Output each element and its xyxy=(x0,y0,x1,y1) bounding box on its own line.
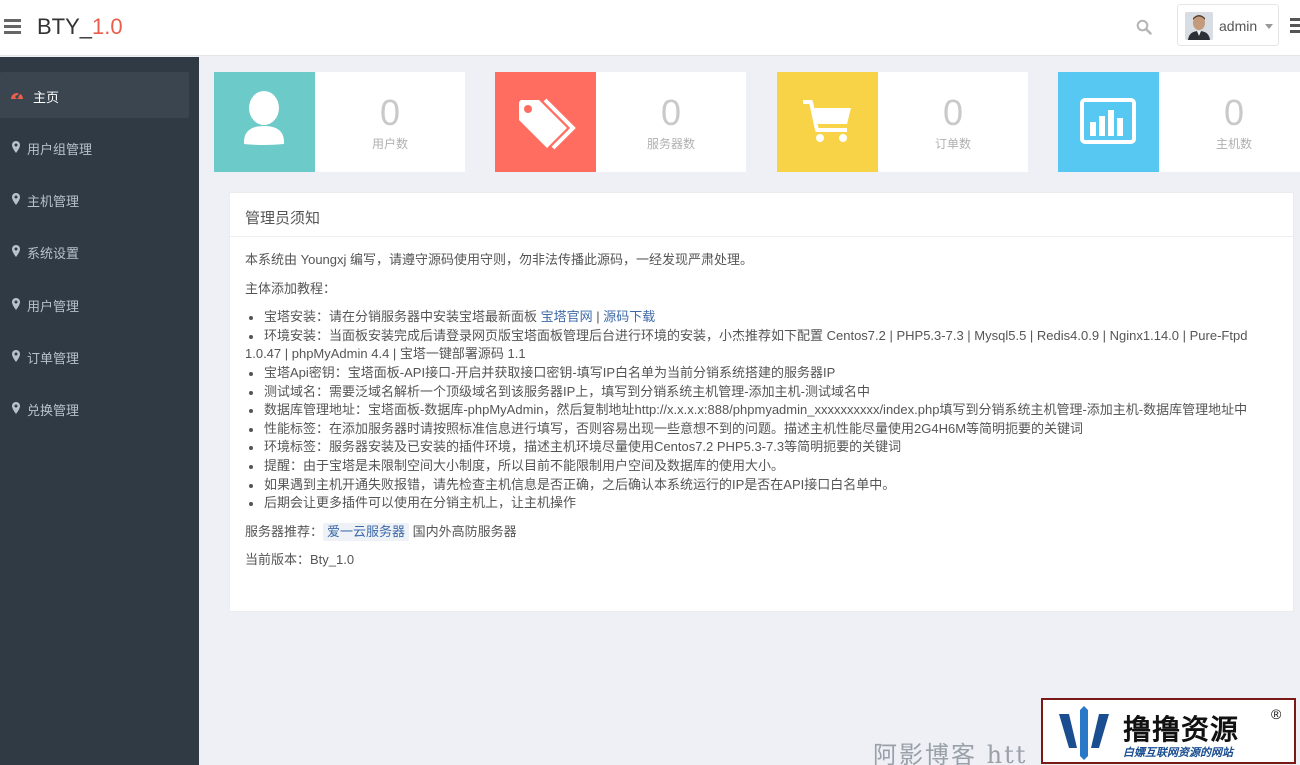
stat-value: 0 xyxy=(1223,92,1245,133)
sidebar-item-hosts[interactable]: 主机管理 xyxy=(0,176,189,222)
avatar xyxy=(1185,12,1213,40)
map-marker-icon xyxy=(12,350,20,362)
stat-icon-block xyxy=(1058,72,1159,172)
dashboard-icon xyxy=(11,92,23,99)
logo-mark-icon xyxy=(1059,706,1109,760)
search-icon[interactable] xyxy=(1136,19,1152,35)
brand-logo[interactable]: BTY_1.0 xyxy=(37,14,123,40)
panel-title: 管理员须知 xyxy=(245,210,321,227)
stat-value: 0 xyxy=(942,92,964,133)
sidebar-item-label: 系统设置 xyxy=(27,246,80,261)
list-item: 提醒：由于宝塔是未限制空间大小制度，所以目前不能限制用户空间及数据库的使用大小。 xyxy=(245,457,1280,476)
notice-intro: 本系统由 Youngxj 编写，请遵守源码使用守则，勿非法传播此源码，一经发现严… xyxy=(245,252,754,267)
top-header: BTY_1.0 admin xyxy=(0,0,1300,56)
stat-card-users[interactable]: 0 用户数 xyxy=(214,72,465,172)
sidebar-item-label: 订单管理 xyxy=(27,351,80,366)
list-item: 环境安装：当面板安装完成后请登录网页版宝塔面板管理后台进行环境的安装，小杰推荐如… xyxy=(245,327,1280,364)
list-item: 宝塔Api密钥：宝塔面板-API接口-开启并获取接口密钥-填写IP白名单为当前分… xyxy=(245,364,1280,383)
list-item: 如果遇到主机开通失败报错，请先检查主机信息是否正确，之后确认本系统运行的IP是否… xyxy=(245,476,1280,495)
source-download-link[interactable]: 源码下载 xyxy=(603,309,655,324)
list-item-text: 宝塔安装：请在分销服务器中安装宝塔最新面板 xyxy=(264,309,541,325)
sidebar: 主页 用户组管理 主机管理 系统设置 用户管理 订单管理 兑换管理 xyxy=(0,57,199,765)
current-version: 当前版本：Bty_1.0 xyxy=(245,552,355,568)
tags-icon xyxy=(519,98,576,150)
sidebar-item-user-groups[interactable]: 用户组管理 xyxy=(0,124,189,170)
list-item: 测试域名：需要泛域名解析一个顶级域名到该服务器IP上，填写到分销系统主机管理-添… xyxy=(245,383,1280,402)
server-recommend: 服务器推荐： 爱一云服务器 国内外高防服务器 xyxy=(245,522,1280,542)
sidebar-item-home[interactable]: 主页 xyxy=(0,72,189,118)
notice-subtitle: 主体添加教程： xyxy=(245,280,337,296)
stat-card-orders[interactable]: 0 订单数 xyxy=(777,72,1028,172)
divider xyxy=(230,236,1293,237)
logo-subtitle: 白嫖互联网资源的网站 xyxy=(1123,747,1233,759)
user-dropdown[interactable]: admin xyxy=(1177,4,1279,46)
list-item: 数据库管理地址：宝塔面板-数据库-phpMyAdmin，然后复制地址http:/… xyxy=(245,401,1280,420)
server-recommend-label: 服务器推荐： xyxy=(245,523,324,539)
server-recommend-desc: 国内外高防服务器 xyxy=(409,523,517,539)
panel-body: 本系统由 Youngxj 编写，请遵守源码使用守则，勿非法传播此源码，一经发现严… xyxy=(245,251,1280,580)
stat-label: 订单数 xyxy=(934,137,971,151)
watermark-text: 阿影博客 htt xyxy=(873,741,1028,765)
tutorial-list: 宝塔安装：请在分销服务器中安装宝塔最新面板 宝塔官网 | 源码下载 环境安装：当… xyxy=(245,308,1280,513)
bar-chart-icon xyxy=(1080,98,1136,144)
server-link[interactable]: 爱一云服务器 xyxy=(323,522,410,542)
sidebar-item-label: 主机管理 xyxy=(27,194,80,209)
list-item: 环境标签：服务器安装及已安装的插件环境，描述主机环境尽量使用Centos7.2 … xyxy=(245,438,1280,457)
list-item: 后期会让更多插件可以使用在分销主机上，让主机操作 xyxy=(245,494,1280,513)
user-icon xyxy=(244,91,284,145)
right-panel-toggle-icon[interactable] xyxy=(1290,18,1300,34)
list-item: 性能标签：在添加服务器时请按照标准信息进行填写，否则容易出现一些意想不到的问题。… xyxy=(245,420,1280,439)
map-marker-icon xyxy=(12,402,20,414)
stat-label: 服务器数 xyxy=(646,137,695,151)
link-separator: | xyxy=(592,309,604,325)
brand-version: 1.0 xyxy=(92,14,123,39)
map-marker-icon xyxy=(12,298,20,310)
sidebar-item-label: 主页 xyxy=(33,90,60,105)
list-item: 宝塔安装：请在分销服务器中安装宝塔最新面板 宝塔官网 | 源码下载 xyxy=(245,308,1280,327)
map-marker-icon xyxy=(12,141,20,153)
stat-label: 主机数 xyxy=(1215,137,1252,151)
stat-icon-block xyxy=(777,72,878,172)
sidebar-item-label: 用户管理 xyxy=(27,299,80,314)
brand-prefix: BTY_ xyxy=(37,14,93,39)
shopping-cart-icon xyxy=(803,100,851,142)
sidebar-item-users[interactable]: 用户管理 xyxy=(0,281,189,327)
chevron-down-icon xyxy=(1265,24,1273,29)
stat-card-servers[interactable]: 0 服务器数 xyxy=(495,72,746,172)
admin-notice-panel: 管理员须知 本系统由 Youngxj 编写，请遵守源码使用守则，勿非法传播此源码… xyxy=(229,192,1294,612)
logo-title: 撸撸资源 xyxy=(1123,713,1240,746)
stat-card-hosts[interactable]: 0 主机数 xyxy=(1058,72,1300,172)
bt-official-link[interactable]: 宝塔官网 xyxy=(541,309,593,324)
stat-label: 用户数 xyxy=(371,137,408,151)
user-name: admin xyxy=(1219,18,1258,34)
stat-icon-block xyxy=(214,72,315,172)
sidebar-item-settings[interactable]: 系统设置 xyxy=(0,228,189,274)
menu-toggle-icon[interactable] xyxy=(4,19,21,34)
logo-registered-mark: ® xyxy=(1271,706,1282,722)
stat-icon-block xyxy=(495,72,596,172)
watermark-logo: 撸撸资源 ® 白嫖互联网资源的网站 xyxy=(1041,698,1296,764)
sidebar-item-label: 兑换管理 xyxy=(27,403,80,418)
map-marker-icon xyxy=(12,193,20,205)
sidebar-item-label: 用户组管理 xyxy=(27,142,93,157)
sidebar-item-redeem[interactable]: 兑换管理 xyxy=(0,385,189,431)
stat-value: 0 xyxy=(660,92,682,133)
sidebar-item-orders[interactable]: 订单管理 xyxy=(0,333,189,379)
stat-value: 0 xyxy=(379,92,401,133)
map-marker-icon xyxy=(12,245,20,257)
